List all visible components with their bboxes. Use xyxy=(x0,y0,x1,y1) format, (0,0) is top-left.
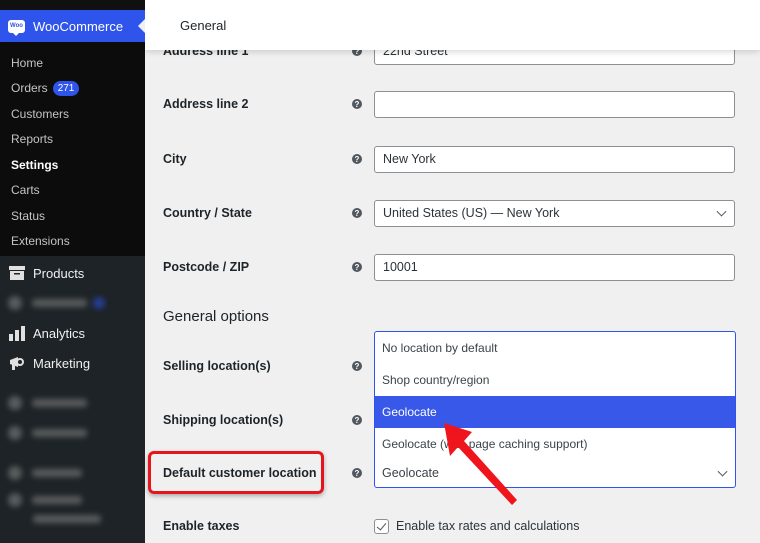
woocommerce-submenu: Home Orders 271 Customers Reports Setting… xyxy=(0,42,145,256)
chevron-down-icon xyxy=(717,466,728,477)
submenu-label: Carts xyxy=(11,183,40,198)
country-select[interactable]: United States (US) — New York xyxy=(374,199,735,227)
help-icon[interactable]: ? xyxy=(352,415,362,425)
sidebar-item-blurred xyxy=(0,512,145,526)
postcode-row: Postcode / ZIP ? xyxy=(145,253,760,281)
submenu-item-reports[interactable]: Reports xyxy=(0,127,145,153)
sidebar-item-blurred[interactable] xyxy=(0,388,145,418)
submenu-label: Reports xyxy=(11,132,54,147)
city-input[interactable] xyxy=(383,152,734,166)
country-row: Country / State ? United States (US) — N… xyxy=(145,199,760,227)
help-icon[interactable]: ? xyxy=(352,99,362,109)
sidebar-item-blurred[interactable] xyxy=(0,458,145,488)
default-location-dropdown[interactable]: No location by default Shop country/regi… xyxy=(374,331,736,488)
postcode-field[interactable] xyxy=(374,253,735,281)
selling-label: Selling location(s) xyxy=(163,359,271,373)
country-label: Country / State xyxy=(163,206,252,220)
help-icon[interactable]: ? xyxy=(352,154,362,164)
submenu-item-settings[interactable]: Settings xyxy=(0,152,145,178)
section-title: General options xyxy=(163,308,269,325)
submenu-item-carts[interactable]: Carts xyxy=(0,178,145,204)
blurred-label xyxy=(32,399,87,407)
city-row: City ? xyxy=(145,145,760,173)
chevron-down-icon xyxy=(716,206,727,217)
submenu-label: Orders xyxy=(11,81,48,96)
sidebar-item-label: Analytics xyxy=(33,325,86,341)
blurred-label xyxy=(32,429,87,437)
megaphone-icon xyxy=(8,355,25,372)
sidebar-item-label: Marketing xyxy=(33,355,91,371)
sidebar-item-woocommerce[interactable]: Woo WooCommerce xyxy=(0,0,145,42)
annotation-highlight-box xyxy=(148,451,324,494)
help-icon[interactable]: ? xyxy=(352,208,362,218)
default-location-value: Geolocate xyxy=(382,466,439,480)
archive-icon xyxy=(8,265,25,282)
city-field[interactable] xyxy=(374,145,735,173)
city-label: City xyxy=(163,152,187,166)
dropdown-option[interactable]: Shop country/region xyxy=(375,364,735,396)
submenu-label: Status xyxy=(11,208,46,223)
admin-sidebar: Woo WooCommerce Home Orders 271 Customers… xyxy=(0,0,145,543)
submenu-label: Home xyxy=(11,55,44,70)
sidebar-item-blurred[interactable] xyxy=(0,288,145,318)
sidebar-item-label: WooCommerce xyxy=(33,18,124,34)
submenu-label: Extensions xyxy=(11,234,70,249)
woo-logo-icon: Woo xyxy=(8,19,25,36)
help-icon[interactable]: ? xyxy=(352,262,362,272)
blurred-icon xyxy=(8,296,22,310)
submenu-item-status[interactable]: Status xyxy=(0,203,145,229)
submenu-label: Settings xyxy=(11,157,59,172)
enable-taxes-checkbox[interactable] xyxy=(374,518,389,534)
shipping-label: Shipping location(s) xyxy=(163,413,284,427)
active-pointer-icon xyxy=(138,19,145,33)
blurred-label xyxy=(32,469,82,477)
taxes-label: Enable taxes xyxy=(163,519,240,533)
help-icon[interactable]: ? xyxy=(352,468,362,478)
dropdown-option[interactable]: Geolocate (with page caching support) xyxy=(375,428,735,460)
bar-chart-icon xyxy=(8,325,25,342)
notification-dot xyxy=(93,297,105,309)
blurred-label xyxy=(33,515,101,523)
enable-taxes-checkbox-label[interactable]: Enable tax rates and calculations xyxy=(396,519,579,533)
sidebar-item-blurred[interactable] xyxy=(0,418,145,448)
sidebar-item-label: Products xyxy=(33,265,85,281)
settings-main: General Address line 1 ? Address line 2 … xyxy=(145,0,760,543)
blurred-label xyxy=(32,496,82,504)
sidebar-item-analytics[interactable]: Analytics xyxy=(0,318,145,348)
blurred-label xyxy=(32,299,87,307)
address2-row: Address line 2 ? xyxy=(145,90,760,118)
tab-general[interactable]: General xyxy=(180,18,226,33)
taxes-row: Enable taxes Enable tax rates and calcul… xyxy=(145,512,760,540)
submenu-item-orders[interactable]: Orders 271 xyxy=(0,76,145,102)
address2-label: Address line 2 xyxy=(163,97,249,111)
help-icon[interactable]: ? xyxy=(352,361,362,371)
admin-menu: Products Analytics Marketing xyxy=(0,258,145,526)
submenu-item-home[interactable]: Home xyxy=(0,50,145,76)
country-select-value: United States (US) — New York xyxy=(383,206,560,220)
dropdown-option[interactable]: No location by default xyxy=(375,332,735,364)
postcode-label: Postcode / ZIP xyxy=(163,260,250,274)
dropdown-option-highlighted[interactable]: Geolocate xyxy=(375,396,735,428)
sidebar-item-marketing[interactable]: Marketing xyxy=(0,348,145,378)
submenu-label: Customers xyxy=(11,106,70,121)
submenu-item-customers[interactable]: Customers xyxy=(0,101,145,127)
blurred-icon xyxy=(8,396,22,410)
blurred-icon xyxy=(8,493,22,507)
address2-field[interactable] xyxy=(374,90,735,118)
blurred-icon xyxy=(8,426,22,440)
default-location-select[interactable]: Geolocate xyxy=(375,459,735,487)
settings-header: General xyxy=(145,0,760,50)
sidebar-item-blurred[interactable] xyxy=(0,488,145,512)
sidebar-item-products[interactable]: Products xyxy=(0,258,145,288)
postcode-input[interactable] xyxy=(383,260,734,274)
address2-input[interactable] xyxy=(383,97,734,111)
orders-count-badge: 271 xyxy=(52,80,80,96)
submenu-item-extensions[interactable]: Extensions xyxy=(0,229,145,255)
blurred-icon xyxy=(8,466,22,480)
